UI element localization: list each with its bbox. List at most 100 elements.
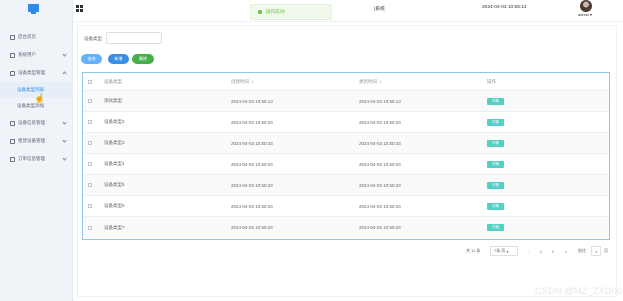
- cell-name: 测试类型: [104, 98, 122, 103]
- grid-list-icon: [10, 138, 15, 144]
- sidebar-item-system-users[interactable]: 系统用户: [0, 46, 73, 64]
- table-row: 设备类型6 2024-04-03 10:50:43 2024-04-03 10:…: [83, 196, 609, 217]
- user-name: admin: [578, 12, 589, 17]
- sort-icon[interactable]: ⇕: [379, 80, 382, 84]
- toast-message: 操作成功!: [266, 9, 286, 14]
- cell-create-time: 2024-04-03 10:50:43: [231, 161, 273, 167]
- user-menu[interactable]: admin ▾: [578, 12, 592, 17]
- detail-button[interactable]: 详情: [487, 160, 504, 168]
- check-circle-icon: [258, 10, 262, 14]
- detail-button[interactable]: 详情: [487, 224, 504, 231]
- sidebar-item-label: 设备类型管理: [18, 70, 45, 75]
- table-row: 设备类型7 2024-04-03 10:50:43 2024-04-03 10:…: [83, 217, 609, 238]
- table-row: 设备类型5 2024-04-03 10:50:43 2024-04-03 10:…: [83, 175, 609, 196]
- table-row: 设备类型2 2024-04-03 10:50:43 2024-04-03 10:…: [83, 112, 609, 133]
- cell-create-time: 2024-04-03 10:50:43: [231, 140, 273, 146]
- cell-name: 设备类型6: [104, 203, 125, 208]
- cell-create-time: 2024-04-03 10:50:43: [231, 203, 273, 209]
- sort-icon[interactable]: ⇕: [251, 80, 254, 84]
- sidebar-item-label: 设备信息管理: [18, 120, 45, 125]
- column-header-update-time[interactable]: 更新时间 ⇕: [359, 73, 382, 90]
- apps-grid-icon[interactable]: [76, 5, 83, 12]
- row-checkbox[interactable]: [88, 225, 92, 230]
- goto-label: 前往: [578, 248, 586, 253]
- sidebar-item-device-info[interactable]: 设备信息管理: [0, 114, 73, 132]
- cell-create-time: 2024-04-03 10:55:13: [231, 98, 273, 104]
- sidebar-item-rental[interactable]: 租赁设备管理: [0, 132, 73, 150]
- sidebar-item-label: 后台首页: [18, 34, 36, 39]
- sidebar-item-label: 订单信息管理: [18, 156, 45, 161]
- monitor-logo-icon: [28, 4, 39, 14]
- row-checkbox[interactable]: [88, 141, 92, 145]
- table-row: 设备类型3 2024-04-03 10:50:43 2024-04-03 10:…: [83, 133, 609, 154]
- current-datetime: 2024-04-03 10:55:14: [482, 5, 527, 10]
- page-unit-label: 页: [604, 248, 608, 253]
- cell-operation: 详情: [487, 133, 504, 153]
- detail-button[interactable]: 详情: [487, 202, 504, 210]
- page-1-button[interactable]: 1: [538, 246, 544, 256]
- top-bar: |系统 2024-04-03 10:55:14 admin ▾: [73, 0, 623, 22]
- column-header-operation: 操作: [487, 78, 496, 84]
- cell-operation: 详情: [487, 91, 504, 111]
- user-icon: [10, 52, 15, 58]
- cell-name: 设备类型3: [104, 140, 125, 145]
- sidebar-item-home[interactable]: 后台首页: [0, 28, 73, 46]
- watermark: CSDN @MZ_ZXD001: [535, 286, 623, 296]
- row-checkbox[interactable]: [88, 99, 92, 103]
- home-icon: [10, 34, 15, 40]
- column-header-label: 创建时间: [231, 78, 249, 84]
- select-all-checkbox[interactable]: [88, 79, 92, 84]
- cell-name: 设备类型4: [104, 161, 125, 166]
- grid-list-icon: [10, 156, 15, 162]
- column-header-label: 更新时间: [359, 78, 377, 84]
- avatar[interactable]: [580, 0, 592, 12]
- chevron-down-icon: [62, 120, 67, 125]
- cell-update-time: 2024-04-03 10:50:43: [359, 161, 401, 167]
- column-header-name: 设备类型: [104, 78, 122, 84]
- sidebar-item-orders[interactable]: 订单信息管理: [0, 150, 73, 168]
- page-size-select[interactable]: 7条/页 ▾: [490, 246, 518, 256]
- delete-button[interactable]: 删除: [132, 54, 154, 64]
- sidebar: 后台首页 系统用户 设备类型管理 设备类型列表 设备类型添加 设备信息管理 租赁…: [0, 0, 73, 301]
- chevron-down-icon: [62, 156, 67, 161]
- detail-button[interactable]: 详情: [487, 97, 504, 105]
- add-button[interactable]: 新增: [108, 54, 129, 64]
- row-checkbox[interactable]: [88, 183, 92, 187]
- chevron-down-icon: [62, 52, 67, 57]
- cell-operation: 详情: [487, 175, 504, 195]
- grid-list-icon: [10, 70, 15, 76]
- query-button[interactable]: 查询: [81, 54, 102, 64]
- page-jump-input[interactable]: 1: [591, 246, 601, 256]
- search-input[interactable]: [106, 32, 162, 44]
- cell-create-time: 2024-04-03 10:50:43: [231, 182, 273, 188]
- column-header-create-time[interactable]: 创建时间 ⇕: [231, 73, 254, 90]
- sidebar-item-label: 租赁设备管理: [18, 138, 45, 143]
- row-checkbox[interactable]: [88, 120, 92, 124]
- row-checkbox[interactable]: [88, 204, 92, 208]
- sidebar-item-label: 系统用户: [18, 52, 36, 57]
- detail-button[interactable]: 详情: [487, 118, 504, 126]
- prev-page-button[interactable]: <: [527, 246, 529, 256]
- page-2-button[interactable]: 2: [550, 246, 556, 256]
- cell-update-time: 2024-04-03 10:50:43: [359, 203, 401, 209]
- hand-cursor-icon: ☝: [34, 93, 46, 103]
- table-header: 设备类型 创建时间 ⇕ 更新时间 ⇕ 操作: [83, 73, 609, 91]
- cell-operation: 详情: [487, 217, 504, 238]
- page-size-value: 7条/页: [494, 248, 506, 253]
- chevron-down-icon: [62, 138, 67, 143]
- cell-operation: 详情: [487, 112, 504, 132]
- table-row: 测试类型 2024-04-03 10:55:13 2024-04-03 10:5…: [83, 91, 609, 112]
- sidebar-item-device-type[interactable]: 设备类型管理: [0, 64, 73, 82]
- cell-update-time: 2024-04-03 10:50:43: [359, 140, 401, 146]
- grid-list-icon: [10, 120, 15, 126]
- cell-update-time: 2024-04-03 10:50:43: [359, 182, 401, 188]
- page-jump-value: 1: [595, 248, 598, 254]
- cell-update-time: 2024-04-03 10:50:43: [359, 119, 401, 125]
- cell-name: 设备类型5: [104, 182, 125, 187]
- next-page-button[interactable]: >: [565, 246, 567, 256]
- cell-create-time: 2024-04-03 10:50:43: [231, 119, 273, 125]
- detail-button[interactable]: 详情: [487, 181, 504, 189]
- detail-button[interactable]: 详情: [487, 139, 504, 147]
- row-checkbox[interactable]: [88, 162, 92, 166]
- cell-create-time: 2024-04-03 10:50:43: [231, 225, 273, 230]
